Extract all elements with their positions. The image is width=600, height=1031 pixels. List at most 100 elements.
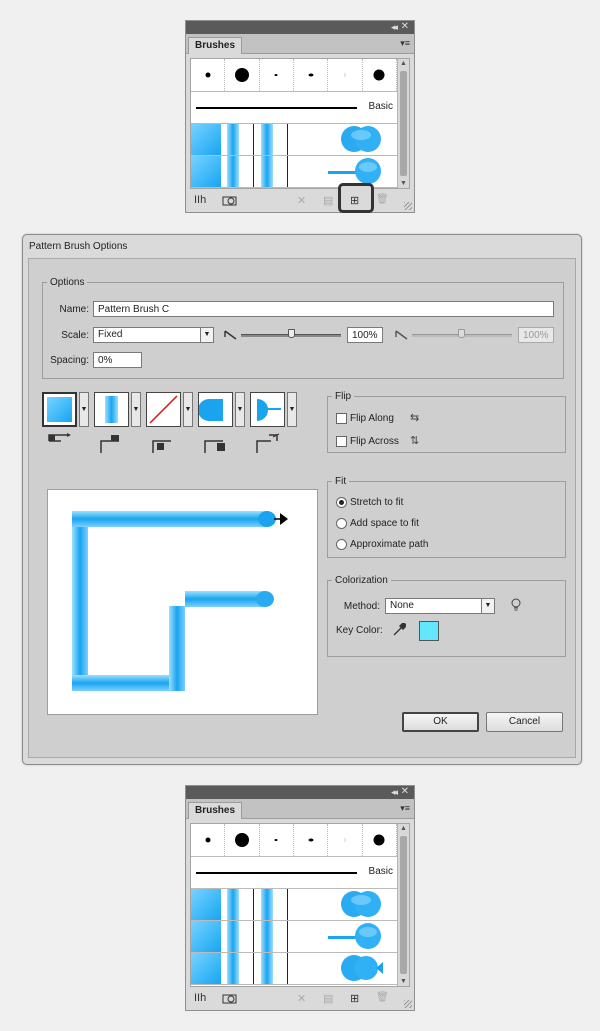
eyedropper-icon[interactable] [392,623,406,637]
brush-swatch[interactable] [260,59,294,91]
brush-swatch[interactable] [191,824,226,856]
flip-legend: Flip [335,391,352,402]
method-select[interactable]: None ▼ [385,598,495,614]
scale-slider-knob[interactable] [288,329,295,338]
flip-across-checkbox[interactable] [336,436,347,447]
delete-brush-icon[interactable]: 🗑 [376,194,389,205]
basic-brush-row[interactable]: Basic [191,92,397,124]
brush-swatch[interactable] [328,59,363,91]
tab-brushes[interactable]: Brushes [188,37,243,54]
name-label: Name: [59,304,89,315]
brush-library-icon[interactable]: IIh [194,194,206,206]
panel-tab-row: Brushes ▾≡ [186,799,414,819]
brush-swatch[interactable] [294,59,329,91]
key-color-label: Key Color: [336,625,383,636]
inner-corner-tile-icon [152,440,171,453]
end-tile-icon [256,433,280,453]
brush-swatch[interactable] [225,824,260,856]
preview-stroke [72,511,288,691]
brush-swatch[interactable] [191,59,226,91]
pattern-brush-row[interactable] [191,921,397,953]
scale-slider-2-knob [458,329,465,338]
stretch-to-fit-radio[interactable] [336,497,347,508]
approximate-path-label: Approximate path [350,539,429,550]
panel-tab-row: Brushes ▾≡ [186,34,414,54]
panel-title-bar[interactable]: ◂◂ ✕ [186,21,414,34]
start-tile-button[interactable]: ▼ [198,392,245,427]
brush-library-load-icon[interactable] [222,993,238,1004]
spacing-input[interactable] [93,352,142,368]
chevron-down-icon: ▼ [183,392,193,427]
scale-percent-input[interactable] [347,327,383,343]
spacing-label: Spacing: [50,355,89,366]
panel-title-bar[interactable]: ◂◂ ✕ [186,786,414,799]
delete-brush-icon[interactable]: 🗑 [376,992,389,1003]
brush-swatch[interactable] [294,824,329,856]
options-icon[interactable]: ▤ [323,194,333,207]
collapse-icon[interactable]: ◂◂ [391,787,398,798]
side-tile-button[interactable]: ▼ [42,392,89,427]
remove-stroke-icon[interactable]: ✕ [297,992,306,1005]
inner-corner-tile-button[interactable]: ▼ [146,392,193,427]
panel-menu-icon[interactable]: ▾≡ [400,38,410,49]
brush-swatch[interactable] [260,824,294,856]
brush-swatch[interactable] [363,59,397,91]
outer-corner-tile-button[interactable]: ▼ [94,392,141,427]
brush-library-icon[interactable]: IIh [194,992,206,1004]
stretch-to-fit-label: Stretch to fit [350,497,404,508]
flip-across-icon: ⇅ [410,435,420,447]
options-icon[interactable]: ▤ [323,992,333,1005]
scale-select[interactable]: Fixed ▼ [93,327,214,343]
basic-label: Basic [368,101,393,112]
brush-swatch[interactable] [363,824,397,856]
approximate-path-radio[interactable] [336,539,347,550]
flip-along-icon: ⇆ [410,412,420,424]
add-space-to-fit-radio[interactable] [336,518,347,529]
tab-brushes[interactable]: Brushes [188,802,243,819]
name-input[interactable] [93,301,554,317]
new-brush-icon[interactable]: ⊞ [350,194,359,207]
calligraphic-brush-row [191,824,397,857]
side-tile-icon [48,433,71,442]
ok-button[interactable]: OK [402,712,479,732]
brush-list: Basic ▲ ▼ [190,823,410,987]
close-icon[interactable]: ✕ [401,786,409,797]
colorization-legend: Colorization [335,575,388,586]
brushes-panel-bottom: ◂◂ ✕ Brushes ▾≡ Basic ▲ ▼ IIh ✕ ▤ ⊞ 🗑 [185,785,415,1011]
new-brush-icon[interactable]: ⊞ [350,992,359,1005]
collapse-icon[interactable]: ◂◂ [391,22,398,33]
pattern-brush-row[interactable] [191,124,397,156]
chevron-down-icon: ▼ [481,599,494,613]
panel-footer: IIh ✕ ▤ ⊞ 🗑 [186,183,414,213]
brush-preview [47,489,318,715]
remove-stroke-icon[interactable]: ✕ [297,194,306,207]
pattern-brush-row[interactable] [191,953,397,985]
chevron-down-icon: ▼ [287,392,297,427]
pattern-brush-row[interactable] [191,889,397,921]
flip-along-checkbox[interactable] [336,413,347,424]
panel-scrollbar[interactable]: ▲ ▼ [397,824,409,986]
method-label: Method: [343,601,380,612]
pressure-max-icon [395,330,408,340]
scale-percent-input-2 [518,327,554,343]
panel-footer: IIh ✕ ▤ ⊞ 🗑 [186,987,414,1010]
brush-library-load-icon[interactable] [222,195,238,206]
key-color-swatch[interactable] [419,621,439,641]
dialog-content: Options Name: Scale: Fixed ▼ Spacing: ▼ … [28,258,576,758]
scale-select-value: Fixed [98,329,123,340]
start-tile-icon [204,440,225,453]
end-tile-button[interactable]: ▼ [250,392,297,427]
basic-brush-row[interactable]: Basic [191,857,397,889]
brush-swatch[interactable] [225,59,260,91]
panel-menu-icon[interactable]: ▾≡ [400,803,410,814]
panel-scrollbar[interactable]: ▲ ▼ [397,59,409,188]
outer-corner-tile-icon [100,435,119,453]
method-select-value: None [390,600,414,611]
close-icon[interactable]: ✕ [401,21,409,32]
cancel-button[interactable]: Cancel [486,712,563,732]
fit-legend: Fit [335,476,347,487]
scale-label: Scale: [61,330,89,341]
tips-lightbulb-icon[interactable] [510,597,522,613]
brushes-panel-top: ◂◂ ✕ Brushes ▾≡ Basic ▲ ▼ IIh ✕ ▤ ⊞ 🗑 [185,20,415,213]
brush-swatch[interactable] [328,824,363,856]
